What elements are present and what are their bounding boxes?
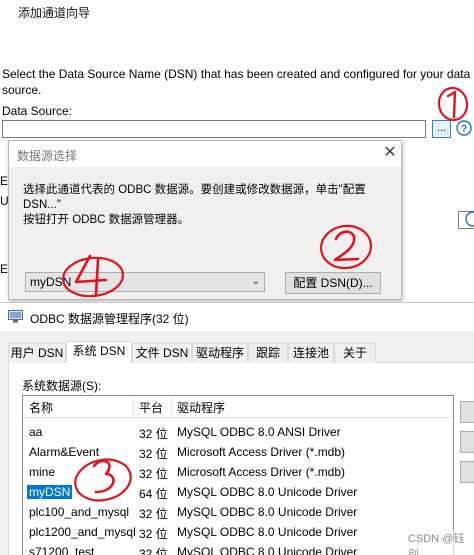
column-header-driver[interactable]: 驱动程序 xyxy=(177,399,225,416)
row-platform: 32 位 xyxy=(139,527,168,541)
configure-button[interactable] xyxy=(460,461,474,483)
partial-label: E xyxy=(0,262,9,276)
watermark: CSDN @钰刖 xyxy=(406,530,474,555)
column-divider[interactable] xyxy=(171,398,172,416)
table-row[interactable]: s71200_test 32 位 MySQL ODBC 8.0 Unicode … xyxy=(23,542,453,555)
column-divider[interactable] xyxy=(133,398,134,416)
close-icon[interactable]: ✕ xyxy=(381,143,399,163)
table-row[interactable]: plc100_and_mysql 32 位 MySQL ODBC 8.0 Uni… xyxy=(23,502,453,522)
column-header-platform[interactable]: 平台 xyxy=(139,399,163,416)
tab-connection-pooling[interactable]: 连接池 xyxy=(288,343,334,363)
row-name: mine xyxy=(29,465,56,479)
row-name: plc100_and_mysql xyxy=(29,505,130,519)
remove-button[interactable] xyxy=(460,431,474,453)
row-name: aa xyxy=(29,425,43,439)
wizard-description-line1: Select the Data Source Name (DSN) that h… xyxy=(2,67,471,81)
row-driver: MySQL ODBC 8.0 Unicode Driver xyxy=(177,545,358,555)
partial-label: E xyxy=(0,174,9,188)
tab-user-dsn[interactable]: 用户 DSN xyxy=(8,343,66,363)
row-platform: 32 位 xyxy=(139,447,168,461)
annotation-number-3 xyxy=(74,458,132,502)
row-platform: 32 位 xyxy=(139,507,168,521)
tab-tracing[interactable]: 跟踪 xyxy=(248,343,288,363)
wizard-description-line2: source. xyxy=(2,83,42,97)
list-header: 名称 平台 驱动程序 xyxy=(23,396,453,418)
row-driver: MySQL ODBC 8.0 Unicode Driver xyxy=(177,505,358,519)
dialog-titlebar[interactable]: 数据源选择 ✕ xyxy=(9,141,401,167)
row-platform: 32 位 xyxy=(139,427,168,441)
row-platform: 32 位 xyxy=(139,547,168,555)
row-name: myDSN xyxy=(27,485,73,499)
dialog-message-line1: 选择此通道代表的 ODBC 数据源。要创建或修改数据源，单击"配置 DSN...… xyxy=(23,184,366,211)
help-icon[interactable] xyxy=(464,211,474,227)
data-source-label: Data Source: xyxy=(2,104,73,118)
tab-file-dsn[interactable]: 文件 DSN xyxy=(132,343,192,363)
tab-drivers[interactable]: 驱动程序 xyxy=(192,343,248,363)
tab-bar: 用户 DSN 系统 DSN 文件 DSN 驱动程序 跟踪 连接池 关于 xyxy=(8,341,474,364)
configure-dsn-button[interactable]: 配置 DSN(D)... xyxy=(285,272,381,294)
wizard-description: Select the Data Source Name (DSN) that h… xyxy=(2,66,472,98)
odbc-app-icon xyxy=(8,310,23,323)
dialog-title: 数据源选择 xyxy=(17,149,78,163)
add-button[interactable] xyxy=(460,401,474,423)
row-driver: MySQL ODBC 8.0 Unicode Driver xyxy=(177,485,358,499)
tab-system-dsn[interactable]: 系统 DSN xyxy=(66,341,132,364)
row-platform: 64 位 xyxy=(139,487,168,501)
row-driver: MySQL ODBC 8.0 Unicode Driver xyxy=(177,525,358,539)
data-source-input[interactable] xyxy=(2,120,426,138)
annotation-number-4 xyxy=(61,254,125,298)
odbc-window-title: ODBC 数据源管理程序(32 位) xyxy=(30,312,189,326)
row-name: plc1200_and_mysql xyxy=(29,525,136,539)
odbc-titlebar[interactable]: ODBC 数据源管理程序(32 位) xyxy=(0,303,474,331)
chevron-down-icon[interactable]: ⌄ xyxy=(252,273,260,291)
row-driver: MySQL ODBC 8.0 ANSI Driver xyxy=(177,425,341,439)
table-row[interactable]: aa 32 位 MySQL ODBC 8.0 ANSI Driver xyxy=(23,422,453,442)
row-platform: 32 位 xyxy=(139,467,168,481)
system-data-sources-label: 系统数据源(S): xyxy=(22,379,102,393)
table-row[interactable]: plc1200_and_mysql 32 位 MySQL ODBC 8.0 Un… xyxy=(23,522,453,542)
row-name: s71200_test xyxy=(29,545,95,555)
svg-text:?: ? xyxy=(461,124,467,135)
tab-about[interactable]: 关于 xyxy=(334,343,376,363)
wizard-title: 添加通道向导 xyxy=(18,6,91,20)
annotation-number-2 xyxy=(319,224,373,270)
row-driver: Microsoft Access Driver (*.mdb) xyxy=(177,445,346,459)
row-driver: Microsoft Access Driver (*.mdb) xyxy=(177,465,346,479)
odbc-admin-window: ODBC 数据源管理程序(32 位) 用户 DSN 系统 DSN 文件 DSN … xyxy=(0,302,474,555)
annotation-number-1 xyxy=(437,86,469,122)
column-header-name[interactable]: 名称 xyxy=(29,399,53,416)
